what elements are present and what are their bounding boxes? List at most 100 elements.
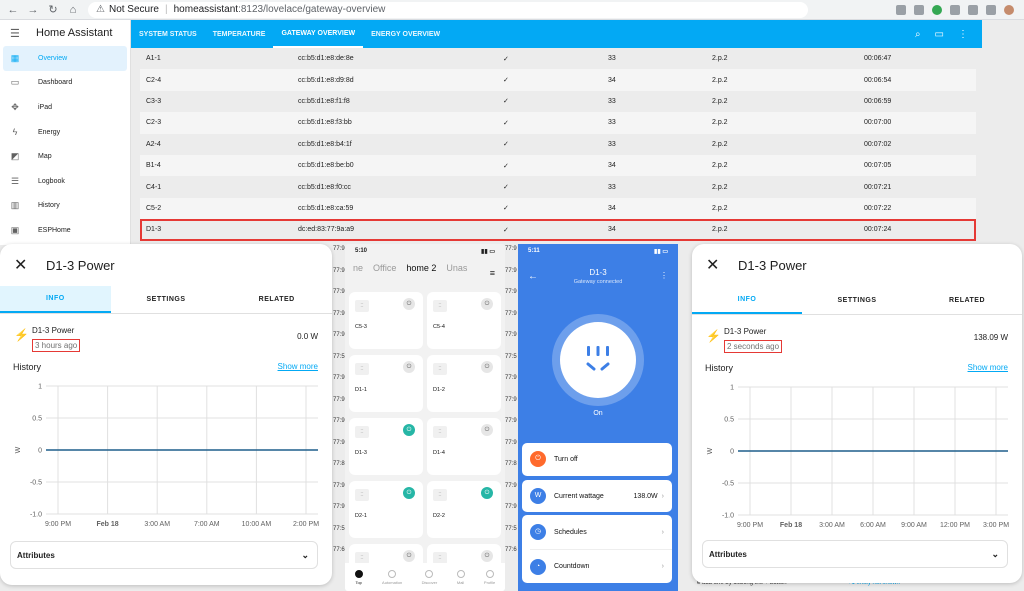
room-tab[interactable]: Unas	[446, 263, 467, 273]
menu-icon[interactable]: ≡	[490, 268, 495, 278]
tab-top[interactable]: Top	[354, 569, 363, 585]
plug-face-svg	[586, 346, 610, 371]
power-toggle-icon[interactable]: ⏻	[481, 361, 493, 373]
sidebar-item-history[interactable]: ▥ History	[0, 194, 130, 219]
turn-off-button[interactable]: ⏻ Turn off	[522, 443, 672, 475]
device-card[interactable]: ⁚⁚ ⏻ D1-1	[349, 355, 423, 412]
room-tab[interactable]: Office	[373, 263, 396, 273]
sidepanel-icon[interactable]	[986, 4, 996, 15]
tab-related[interactable]: RELATED	[912, 287, 1022, 314]
table-cell: 2.p.2	[712, 140, 728, 148]
room-tab[interactable]: ne	[353, 263, 363, 273]
table-cell: ✓	[503, 77, 509, 85]
plug-icon: ⁚⁚	[355, 300, 369, 312]
turn-off-card[interactable]: ⏻ Turn off	[522, 443, 672, 476]
power-toggle-icon[interactable]: ⏻	[481, 487, 493, 499]
sidebar-item-ipad[interactable]: ✥ iPad	[0, 95, 130, 120]
menu-icon[interactable]: ☰	[10, 27, 22, 40]
close-icon[interactable]: ✕	[14, 255, 32, 275]
reload-icon[interactable]: ↻	[46, 3, 60, 16]
power-toggle-icon[interactable]: ⏻	[481, 550, 493, 562]
y-axis-label: W	[15, 446, 22, 453]
dialog-header: ✕ D1-3 Power	[0, 244, 332, 286]
tab-temperature[interactable]: TEMPERATURE	[205, 20, 274, 48]
extension-icon[interactable]	[896, 4, 906, 15]
tab-info[interactable]: INFO	[0, 286, 111, 313]
sidebar-item-energy[interactable]: ϟ Energy	[0, 120, 130, 145]
show-more-link[interactable]: Show more	[968, 363, 1008, 373]
attributes-expander[interactable]: Attributes ⌄	[702, 540, 1008, 568]
table-cell: A2-4	[146, 140, 161, 148]
power-toggle-icon[interactable]: ⏻	[403, 550, 415, 562]
background-fragment: 77:9	[333, 418, 345, 424]
battery-icon: ▮▮ ▭	[654, 248, 668, 255]
room-tab[interactable]: home 2	[406, 263, 436, 273]
extension-icon[interactable]	[914, 4, 924, 15]
extension-icon[interactable]	[950, 4, 960, 15]
sidebar-item-label: History	[38, 202, 60, 210]
countdown-row[interactable]: ◔ Countdown ›	[522, 550, 672, 583]
tab-system-status[interactable]: SYSTEM STATUS	[131, 20, 205, 48]
attributes-expander[interactable]: Attributes ⌄	[10, 541, 318, 569]
warning-icon: ⚠	[96, 4, 105, 15]
power-toggle-icon[interactable]: ⏻	[403, 361, 415, 373]
power-toggle-icon[interactable]: ⏻	[403, 298, 415, 310]
tab-automation[interactable]: Automation	[382, 569, 402, 585]
sidebar-item-esphome[interactable]: ▣ ESPHome	[0, 218, 130, 243]
search-icon[interactable]: ⌕	[915, 29, 921, 40]
plug-face-icon[interactable]	[560, 322, 636, 398]
show-more-link[interactable]: Show more	[278, 362, 318, 372]
tab-mall[interactable]: Mall	[456, 569, 465, 585]
close-icon[interactable]: ✕	[706, 255, 724, 275]
schedules-row[interactable]: ◷ Schedules ›	[522, 515, 672, 549]
wattage-row[interactable]: W Current wattage 138.0W ›	[522, 480, 672, 512]
device-card[interactable]: ⁚⁚ ⏻ C5-4	[427, 292, 501, 349]
tab-related[interactable]: RELATED	[221, 286, 332, 313]
power-toggle-icon[interactable]: ⏻	[403, 487, 415, 499]
tab-profile[interactable]: Profile	[483, 569, 496, 585]
tab-energy-overview[interactable]: ENERGY OVERVIEW	[363, 20, 448, 48]
background-fragment: 77:9	[333, 310, 345, 317]
extension-icon[interactable]	[932, 4, 942, 15]
device-name: C5-3	[355, 324, 367, 330]
chevron-right-icon: ›	[661, 528, 664, 536]
dialog-title: D1-3 Power	[738, 257, 807, 273]
wattage-card[interactable]: W Current wattage 138.0W ›	[522, 480, 672, 512]
room-tabs: ne Office home 2 Unas	[345, 258, 505, 278]
more-icon[interactable]: ⋮	[958, 29, 968, 40]
home-icon[interactable]: ⌂	[66, 4, 80, 16]
tab-settings[interactable]: SETTINGS	[802, 287, 912, 314]
sidebar-item-map[interactable]: ◩ Map	[0, 144, 130, 169]
assist-icon[interactable]: ▭	[935, 29, 944, 40]
more-icon[interactable]: ⋮	[660, 271, 668, 280]
tab-gateway-overview[interactable]: GATEWAY OVERVIEW	[273, 20, 364, 48]
puzzle-icon[interactable]	[968, 4, 978, 15]
sidebar-item-dashboard[interactable]: ▭ Dashboard	[0, 71, 130, 96]
address-bar[interactable]: ⚠ Not Secure | homeassistant :8123/lovel…	[88, 1, 808, 18]
device-card[interactable]: ⁚⁚ ⏻ D1-3	[349, 418, 423, 475]
profile-avatar[interactable]	[1004, 4, 1014, 15]
tab-discover[interactable]: Discover	[422, 569, 437, 585]
power-toggle-icon[interactable]: ⏻	[403, 424, 415, 436]
back-icon[interactable]: ←	[528, 271, 538, 282]
device-card[interactable]: ⁚⁚ ⏻ D1-4	[427, 418, 501, 475]
back-icon[interactable]: ←	[6, 4, 20, 16]
tab-settings[interactable]: SETTINGS	[111, 286, 222, 313]
device-card[interactable]: ⁚⁚ ⏻ D2-1	[349, 481, 423, 538]
table-cell: D1-3	[146, 226, 162, 234]
device-card[interactable]: ⁚⁚ ⏻ C5-3	[349, 292, 423, 349]
power-toggle-icon[interactable]: ⏻	[481, 298, 493, 310]
ha-toolbar: SYSTEM STATUS TEMPERATURE GATEWAY OVERVIEW…	[131, 20, 982, 48]
history-label: History	[705, 363, 734, 373]
x-tick-label: 3:00 AM	[144, 521, 170, 528]
tab-info[interactable]: INFO	[692, 287, 802, 314]
device-card[interactable]: ⁚⁚ ⏻ D2-2	[427, 481, 501, 538]
forward-icon[interactable]: →	[26, 4, 40, 16]
sidebar-item-logbook[interactable]: ☰ Logbook	[0, 169, 130, 194]
tab-label: Profile	[483, 579, 496, 585]
entity-name: D1-3 Power	[32, 326, 75, 335]
device-card[interactable]: ⁚⁚ ⏻ D1-2	[427, 355, 501, 412]
sidebar-item-overview[interactable]: ▦ Overview	[3, 46, 127, 71]
power-toggle-icon[interactable]: ⏻	[481, 424, 493, 436]
table-row: C5-2 cc:b5:d1:e8:ca:59 ✓ 34 2.p.2 00:07:22	[140, 197, 976, 220]
